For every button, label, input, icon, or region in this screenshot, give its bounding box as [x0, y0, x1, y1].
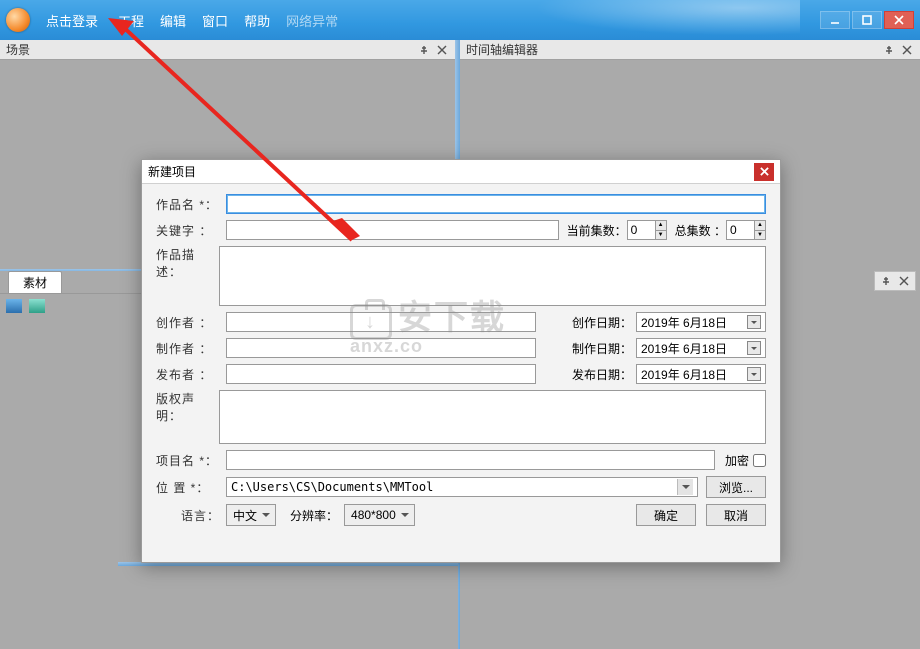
ok-button[interactable]: 确定: [636, 504, 696, 526]
menu-project[interactable]: 工程: [118, 11, 144, 30]
total-ep-spin[interactable]: ▲▼: [726, 220, 766, 240]
spin-up-icon[interactable]: ▲: [754, 220, 766, 230]
window-controls: [820, 11, 914, 29]
pin-icon[interactable]: [882, 43, 896, 57]
encrypt-label: 加密: [725, 452, 749, 469]
minimize-button[interactable]: [820, 11, 850, 29]
resolution-select[interactable]: 480*800: [344, 504, 415, 526]
desc-input[interactable]: [219, 246, 766, 306]
dialog-title: 新建项目: [148, 163, 196, 180]
date-value: 2019年 6月18日: [641, 314, 727, 331]
publisher-label: 发布者 ：: [156, 366, 226, 383]
pin-icon[interactable]: [879, 274, 893, 288]
panel-close-icon[interactable]: [897, 274, 911, 288]
producer-input[interactable]: [226, 338, 536, 358]
cur-ep-input[interactable]: [627, 220, 655, 240]
menu-edit[interactable]: 编辑: [160, 11, 186, 30]
produce-date-field[interactable]: 2019年 6月18日: [636, 338, 766, 358]
browse-button[interactable]: 浏览...: [706, 476, 766, 498]
work-name-label: 作品名 *：: [156, 196, 226, 213]
titlebar: 点击登录 工程 编辑 窗口 帮助 网络异常: [0, 0, 920, 40]
spin-down-icon[interactable]: ▼: [754, 230, 766, 241]
timeline-header: 时间轴编辑器: [460, 40, 920, 60]
copyright-input[interactable]: [219, 390, 766, 444]
language-value: 中文: [233, 507, 257, 524]
cancel-button[interactable]: 取消: [706, 504, 766, 526]
create-date-label: 创作日期：: [572, 314, 632, 331]
material-tab[interactable]: 素材: [8, 271, 62, 293]
scene-title: 场景: [6, 41, 30, 58]
location-label: 位 置 *：: [156, 479, 226, 496]
location-value: C:\Users\CS\Documents\MMTool: [231, 480, 433, 494]
location-combo[interactable]: C:\Users\CS\Documents\MMTool: [226, 477, 698, 497]
copyright-label: 版权声明：: [156, 390, 219, 424]
thumb-icon[interactable]: [6, 299, 22, 313]
work-name-input[interactable]: [226, 194, 766, 214]
keywords-label: 关键字 ：: [156, 222, 226, 239]
dialog-close-button[interactable]: [754, 163, 774, 181]
resolution-label: 分辨率：: [290, 507, 338, 524]
maximize-button[interactable]: [852, 11, 882, 29]
publisher-input[interactable]: [226, 364, 536, 384]
total-ep-label: 总集数 ：: [675, 222, 726, 239]
panel-close-icon[interactable]: [900, 43, 914, 57]
publish-date-field[interactable]: 2019年 6月18日: [636, 364, 766, 384]
keywords-input[interactable]: [226, 220, 559, 240]
timeline-title: 时间轴编辑器: [466, 41, 538, 58]
dropdown-icon[interactable]: [677, 479, 693, 495]
cur-ep-spin[interactable]: ▲▼: [627, 220, 667, 240]
creator-label: 创作者 ：: [156, 314, 226, 331]
date-value: 2019年 6月18日: [641, 340, 727, 357]
create-date-field[interactable]: 2019年 6月18日: [636, 312, 766, 332]
project-name-input[interactable]: [226, 450, 715, 470]
produce-date-label: 制作日期：: [572, 340, 632, 357]
scene-header: 场景: [0, 40, 455, 60]
new-project-dialog: 新建项目 作品名 *： 关键字 ： 当前集数： ▲▼ 总集数 ：: [141, 159, 781, 563]
producer-label: 制作者 ：: [156, 340, 226, 357]
dropdown-icon[interactable]: [747, 341, 761, 355]
menu-help[interactable]: 帮助: [244, 11, 270, 30]
creator-input[interactable]: [226, 312, 536, 332]
encrypt-checkbox[interactable]: [753, 454, 766, 467]
net-status: 网络异常: [286, 11, 338, 30]
spin-down-icon[interactable]: ▼: [655, 230, 667, 241]
dropdown-icon[interactable]: [747, 367, 761, 381]
dropdown-icon[interactable]: [747, 315, 761, 329]
publish-date-label: 发布日期：: [572, 366, 632, 383]
total-ep-input[interactable]: [726, 220, 754, 240]
dialog-titlebar: 新建项目: [142, 160, 780, 184]
menu-window[interactable]: 窗口: [202, 11, 228, 30]
close-button[interactable]: [884, 11, 914, 29]
cur-ep-label: 当前集数：: [567, 222, 627, 239]
thumb-icon[interactable]: [29, 299, 45, 313]
pin-icon[interactable]: [417, 43, 431, 57]
panel-close-icon[interactable]: [435, 43, 449, 57]
app-icon: [6, 8, 30, 32]
resolution-value: 480*800: [351, 508, 396, 522]
login-button[interactable]: 点击登录: [38, 7, 106, 34]
project-name-label: 项目名 *：: [156, 452, 226, 469]
date-value: 2019年 6月18日: [641, 366, 727, 383]
desc-label: 作品描述：: [156, 246, 219, 280]
main-menu: 工程 编辑 窗口 帮助 网络异常: [118, 11, 338, 30]
language-select[interactable]: 中文: [226, 504, 276, 526]
main-area: 场景 素材 时间轴编辑器: [0, 40, 920, 649]
spin-up-icon[interactable]: ▲: [655, 220, 667, 230]
language-label: 语言：: [156, 507, 226, 524]
